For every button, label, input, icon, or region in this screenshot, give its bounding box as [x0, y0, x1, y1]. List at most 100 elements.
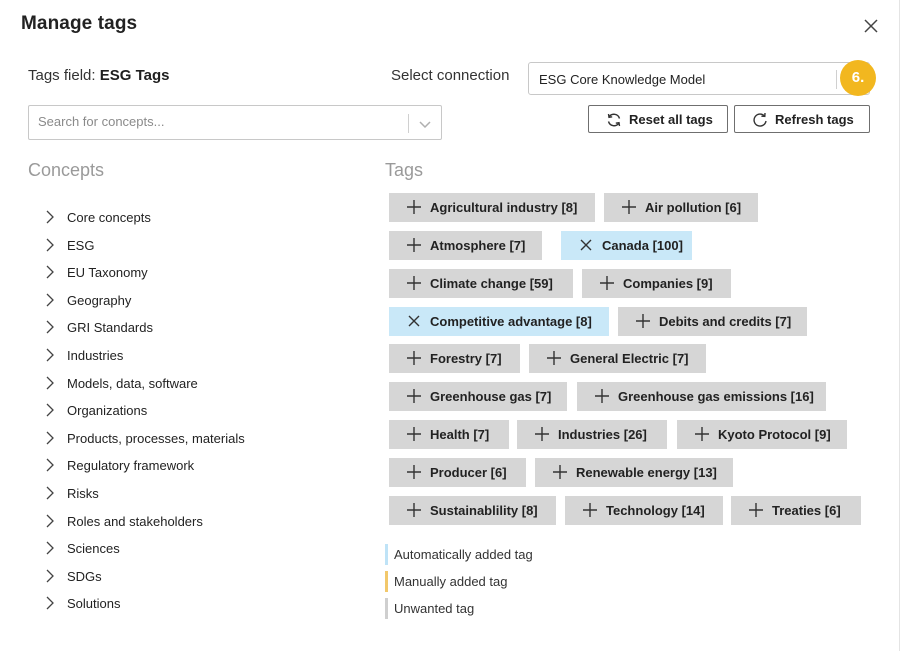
tag-chip[interactable]: Atmosphere [7]	[389, 231, 542, 260]
add-icon[interactable]	[535, 427, 549, 441]
tag-chip[interactable]: General Electric [7]	[529, 344, 706, 373]
concept-label: Industries	[67, 348, 124, 363]
dialog-title: Manage tags	[21, 13, 138, 34]
concept-label: Geography	[67, 292, 132, 308]
add-icon[interactable]	[407, 351, 421, 365]
tag-label: Technology [14]	[606, 503, 705, 518]
tag-chip[interactable]: Forestry [7]	[389, 344, 520, 373]
chevron-right-icon[interactable]	[44, 458, 56, 472]
chevron-right-icon[interactable]	[44, 486, 56, 500]
concept-item[interactable]: Products, processes, materials	[44, 426, 344, 448]
tag-chip[interactable]: Companies [9]	[582, 269, 731, 298]
concept-item[interactable]: GRI Standards	[44, 315, 344, 337]
chevron-right-icon[interactable]	[44, 348, 56, 362]
remove-icon[interactable]	[407, 314, 421, 328]
add-icon[interactable]	[407, 427, 421, 441]
chevron-right-icon[interactable]	[44, 431, 56, 445]
chevron-right-icon[interactable]	[44, 320, 56, 334]
add-icon[interactable]	[600, 276, 614, 290]
tags-heading: Tags	[385, 160, 424, 180]
tag-chip[interactable]: Greenhouse gas [7]	[389, 382, 567, 411]
add-icon[interactable]	[595, 389, 609, 403]
legend-automatic: Automatically added tag	[385, 544, 533, 565]
tag-label: Health [7]	[430, 427, 490, 442]
add-icon[interactable]	[749, 503, 763, 517]
tag-label: Air pollution [6]	[645, 200, 742, 215]
tag-chip[interactable]: Sustainablility [8]	[389, 496, 556, 525]
refresh-tags-button[interactable]: Refresh tags	[734, 105, 870, 133]
tag-chip[interactable]: Air pollution [6]	[604, 193, 758, 222]
search-input[interactable]	[38, 114, 398, 129]
tag-chip[interactable]: Canada [100]	[561, 231, 692, 260]
tag-chip[interactable]: Producer [6]	[389, 458, 526, 487]
tags-field-value: ESG Tags	[99, 67, 170, 84]
tag-label: Agricultural industry [8]	[430, 200, 578, 215]
concept-item[interactable]: Risks	[44, 481, 344, 503]
add-icon[interactable]	[622, 200, 636, 214]
add-icon[interactable]	[407, 276, 421, 290]
concept-item[interactable]: Solutions	[44, 591, 344, 613]
concept-item[interactable]: EU Taxonomy	[44, 260, 344, 282]
reset-label: Reset all tags	[629, 112, 713, 127]
tag-label: Greenhouse gas emissions [16]	[618, 389, 814, 404]
add-icon[interactable]	[407, 389, 421, 403]
tag-chip[interactable]: Industries [26]	[517, 420, 667, 449]
tag-chip[interactable]: Agricultural industry [8]	[389, 193, 595, 222]
close-button[interactable]	[862, 17, 880, 35]
tag-chip[interactable]: Technology [14]	[565, 496, 723, 525]
tag-chip[interactable]: Renewable energy [13]	[535, 458, 733, 487]
add-icon[interactable]	[407, 238, 421, 252]
concept-item[interactable]: Industries	[44, 343, 344, 365]
add-icon[interactable]	[636, 314, 650, 328]
add-icon[interactable]	[407, 465, 421, 479]
concept-item[interactable]: Sciences	[44, 536, 344, 558]
connection-select[interactable]: ESG Core Knowledge Model	[528, 62, 870, 95]
chevron-right-icon[interactable]	[44, 265, 56, 279]
chevron-right-icon[interactable]	[44, 376, 56, 390]
chevron-right-icon[interactable]	[44, 238, 56, 252]
add-icon[interactable]	[583, 503, 597, 517]
add-icon[interactable]	[407, 503, 421, 517]
add-icon[interactable]	[547, 351, 561, 365]
concept-label: Solutions	[67, 596, 121, 612]
concept-item[interactable]: ESG	[44, 233, 344, 255]
legend-unwanted: Unwanted tag	[385, 598, 474, 619]
remove-icon[interactable]	[579, 238, 593, 252]
concept-label: Products, processes, materials	[67, 430, 245, 446]
step-badge: 6.	[840, 60, 876, 96]
concept-label: Roles and stakeholders	[67, 513, 203, 529]
chevron-right-icon[interactable]	[44, 596, 56, 610]
add-icon[interactable]	[695, 427, 709, 441]
tag-chip[interactable]: Kyoto Protocol [9]	[677, 420, 847, 449]
tag-label: Sustainablility [8]	[430, 503, 538, 518]
tag-chip[interactable]: Competitive advantage [8]	[389, 307, 609, 336]
add-icon[interactable]	[407, 200, 421, 214]
add-icon[interactable]	[553, 465, 567, 479]
chevron-down-icon[interactable]	[418, 117, 432, 131]
concept-item[interactable]: Core concepts	[44, 205, 344, 227]
concept-item[interactable]: Geography	[44, 288, 344, 310]
chevron-right-icon[interactable]	[44, 210, 56, 224]
chevron-right-icon[interactable]	[44, 403, 56, 417]
concept-item[interactable]: Roles and stakeholders	[44, 509, 344, 531]
tag-chip[interactable]: Climate change [59]	[389, 269, 573, 298]
tag-chip[interactable]: Debits and credits [7]	[618, 307, 807, 336]
chevron-right-icon[interactable]	[44, 569, 56, 583]
tag-label: Renewable energy [13]	[576, 465, 717, 480]
chevron-right-icon[interactable]	[44, 514, 56, 528]
reset-all-tags-button[interactable]: Reset all tags	[588, 105, 728, 133]
concept-item[interactable]: Models, data, software	[44, 371, 344, 393]
concept-item[interactable]: Organizations	[44, 398, 344, 420]
concept-label: EU Taxonomy	[67, 265, 148, 281]
chevron-right-icon[interactable]	[44, 541, 56, 555]
concept-item[interactable]: Regulatory framework	[44, 453, 344, 475]
concept-label: Organizations	[67, 403, 148, 419]
tag-chip[interactable]: Treaties [6]	[731, 496, 861, 525]
tag-chip[interactable]: Health [7]	[389, 420, 509, 449]
tags-field: Tags field: ESG Tags	[28, 67, 169, 84]
concept-search[interactable]	[28, 105, 442, 140]
concept-item[interactable]: SDGs	[44, 564, 344, 586]
chevron-right-icon[interactable]	[44, 293, 56, 307]
tag-chip[interactable]: Greenhouse gas emissions [16]	[577, 382, 826, 411]
close-icon	[864, 19, 878, 33]
